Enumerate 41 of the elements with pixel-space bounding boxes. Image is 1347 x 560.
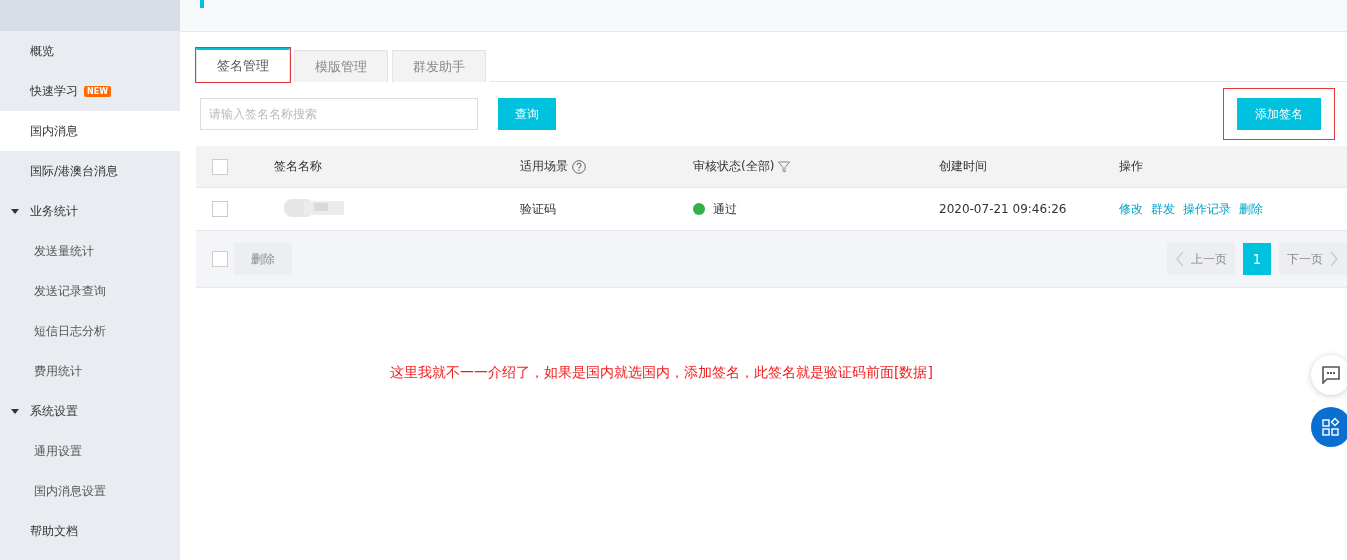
table-cell: 验证码 bbox=[520, 200, 556, 218]
checkbox[interactable] bbox=[212, 158, 228, 175]
sidebar-item[interactable]: 帮助文档 bbox=[0, 511, 180, 551]
apps-button[interactable] bbox=[1311, 407, 1347, 447]
chat-icon bbox=[1322, 366, 1340, 384]
sidebar-label: 国内消息 bbox=[30, 122, 78, 140]
filter-icon[interactable] bbox=[778, 160, 791, 173]
sidebar-item[interactable]: 发送记录查询 bbox=[0, 271, 180, 311]
sidebar-item[interactable]: 国内消息 bbox=[0, 111, 180, 151]
table-cell: 2020-07-21 09:46:26 bbox=[939, 202, 1067, 216]
chevron-right-icon bbox=[1329, 251, 1339, 267]
column-header: 签名名称 bbox=[274, 158, 322, 175]
sidebar-item[interactable]: 通用设置 bbox=[0, 431, 180, 471]
sidebar-label: 帮助文档 bbox=[30, 522, 78, 540]
sidebar-item[interactable]: 费用统计 bbox=[0, 351, 180, 391]
sidebar-item[interactable]: 快速学习 NEW bbox=[0, 71, 180, 111]
chat-button[interactable] bbox=[1311, 355, 1347, 395]
apps-icon bbox=[1321, 417, 1341, 437]
search-field[interactable]: 请输入签名名称搜索 bbox=[200, 98, 478, 130]
checkbox[interactable] bbox=[212, 201, 228, 217]
annotation-text: 这里我就不一一介绍了，如果是国内就选国内，添加签名，此签名就是验证码前面[数据] bbox=[390, 364, 933, 382]
sidebar-label: 快速学习 bbox=[30, 82, 78, 100]
sidebar-item[interactable]: 概览 bbox=[0, 31, 180, 71]
column-header: 操作 bbox=[1119, 158, 1143, 175]
help-icon[interactable] bbox=[572, 159, 586, 174]
chevron-left-icon bbox=[1175, 251, 1185, 267]
sidebar-label: 概览 bbox=[30, 42, 54, 60]
sidebar-group[interactable]: 业务统计 bbox=[0, 191, 180, 231]
column-header: 审核状态(全部) bbox=[693, 158, 775, 175]
tab[interactable]: 签名管理 bbox=[196, 48, 290, 82]
table-cell: 通过 bbox=[713, 200, 737, 218]
sidebar-item[interactable]: 国际/港澳台消息 bbox=[0, 151, 180, 191]
column-header: 适用场景 bbox=[520, 158, 568, 175]
checkbox[interactable] bbox=[212, 251, 228, 267]
sidebar-item[interactable]: 国内消息设置 bbox=[0, 471, 180, 511]
sidebar-label: 国际/港澳台消息 bbox=[30, 162, 119, 180]
column-header: 创建时间 bbox=[939, 158, 987, 175]
sidebar-item[interactable]: 发送量统计 bbox=[0, 231, 180, 271]
sidebar-item[interactable]: 短信日志分析 bbox=[0, 311, 180, 351]
sidebar-group[interactable]: 系统设置 bbox=[0, 391, 180, 431]
new-badge: NEW bbox=[84, 85, 111, 97]
